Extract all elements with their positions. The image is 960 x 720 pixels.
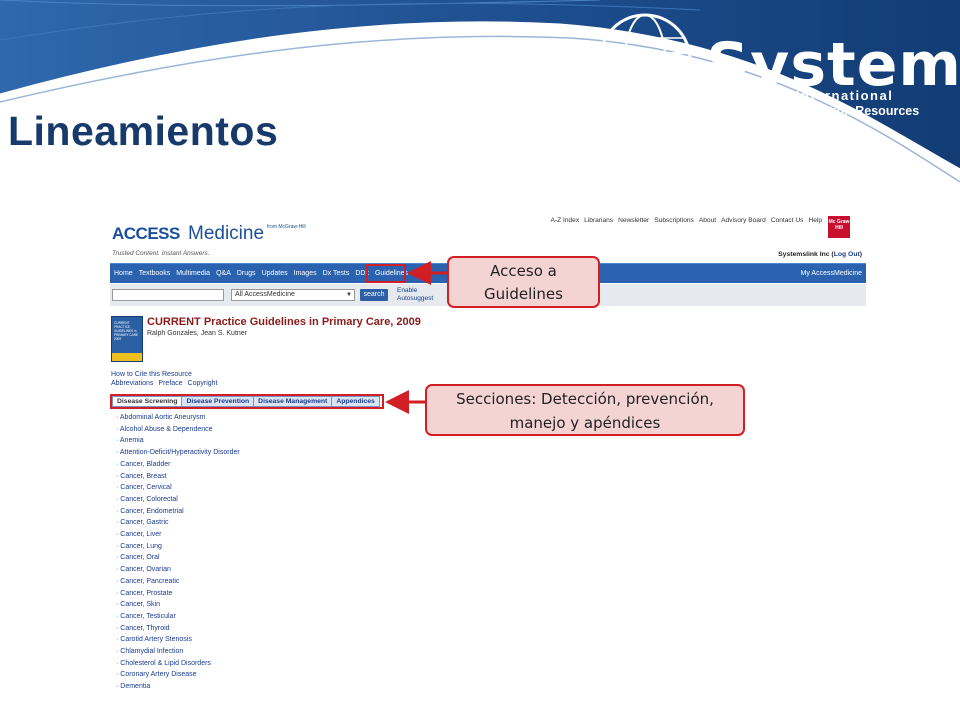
nav-my-accessmedicine[interactable]: My AccessMedicine	[801, 270, 862, 277]
topic-list-item[interactable]: · Attention-Deficit/Hyperactivity Disord…	[116, 447, 240, 459]
topic-list-item[interactable]: · Cholesterol & Lipid Disorders	[116, 658, 240, 670]
topic-list-item[interactable]: · Cancer, Endometrial	[116, 506, 240, 518]
nav-quick-answers[interactable]: Qui	[414, 270, 425, 277]
tabs-highlight-box	[110, 394, 384, 409]
topic-list-item[interactable]: · Alcohol Abuse & Dependence	[116, 424, 240, 436]
topic-list-item[interactable]: · Cancer, Lung	[116, 541, 240, 553]
preface-link[interactable]: Preface	[158, 380, 182, 387]
search-input[interactable]	[112, 289, 224, 301]
callout-sections: Secciones: Detección, prevención, manejo…	[425, 384, 745, 436]
topic-list-item[interactable]: · Abdominal Aortic Aneurysm	[116, 412, 240, 424]
logo-access-text: ACCESS	[112, 224, 180, 243]
topic-list-item[interactable]: · Cancer, Oral	[116, 552, 240, 564]
nav-drugs[interactable]: Drugs	[237, 270, 256, 277]
search-button[interactable]: search	[360, 289, 388, 301]
topic-list-item[interactable]: · Cancer, Prostate	[116, 588, 240, 600]
top-link-contact-us[interactable]: Contact Us	[771, 217, 804, 224]
book-authors: Ralph Gonzales, Jean S. Kutner	[147, 330, 248, 337]
topic-list-item[interactable]: · Cancer, Colorectal	[116, 494, 240, 506]
search-scope-select[interactable]: All AccessMedicine ▼	[231, 289, 355, 301]
nav-textbooks[interactable]: Textbooks	[139, 270, 171, 277]
nav-updates[interactable]: Updates	[262, 270, 288, 277]
book-cover-text: CURRENT PRACTICE GUIDELINES in PRIMARY C…	[114, 321, 139, 341]
logo-medicine-text: Medicine	[188, 223, 265, 244]
nav-home[interactable]: Home	[114, 270, 133, 277]
guidelines-highlight-box	[366, 264, 406, 283]
abbreviations-link[interactable]: Abbreviations	[111, 380, 153, 387]
topic-list-item[interactable]: · Cancer, Testicular	[116, 611, 240, 623]
search-scope-value: All AccessMedicine	[235, 291, 295, 298]
logout-link[interactable]: Log Out	[834, 251, 860, 258]
nav-dx-tests[interactable]: Dx Tests	[323, 270, 350, 277]
user-name: Systemslink Inc	[778, 251, 830, 258]
topic-list-item[interactable]: · Coronary Artery Disease	[116, 669, 240, 681]
topic-list-item[interactable]: · Cancer, Gastric	[116, 517, 240, 529]
topic-list-item[interactable]: · Chlamydial Infection	[116, 646, 240, 658]
topic-list-item[interactable]: · Cancer, Thyroid	[116, 623, 240, 635]
logo-tagline: Trusted Content. Instant Answers.	[112, 250, 210, 257]
top-link-newsletter[interactable]: Newsletter	[618, 217, 649, 224]
nav-qa[interactable]: Q&A	[216, 270, 231, 277]
topic-list-item[interactable]: · Carotid Artery Stenosis	[116, 634, 240, 646]
topic-list-item[interactable]: · Cancer, Liver	[116, 529, 240, 541]
user-line: Systemslink Inc (Log Out)	[778, 251, 862, 258]
book-title: CURRENT Practice Guidelines in Primary C…	[147, 316, 421, 328]
topic-list-item[interactable]: · Cancer, Pancreatic	[116, 576, 240, 588]
top-link-help[interactable]: Help	[808, 217, 822, 224]
callout-guidelines: Acceso a Guidelines	[447, 256, 600, 308]
top-link-advisory-board[interactable]: Advisory Board	[721, 217, 766, 224]
topic-list-item[interactable]: · Cancer, Ovarian	[116, 564, 240, 576]
top-link-about[interactable]: About	[699, 217, 716, 224]
top-links: A-Z Index Librarians Newsletter Subscrip…	[551, 217, 822, 224]
logo-from-text: from McGraw-Hill	[267, 224, 306, 230]
enable-autosuggest-link[interactable]: Enable Autosuggest	[397, 287, 433, 303]
brand-subtitle: Link International	[758, 88, 894, 103]
slide-header: Systems Link International Premier Infor…	[0, 0, 960, 200]
copyright-link[interactable]: Copyright	[188, 380, 218, 387]
topic-list-item[interactable]: · Dementia	[116, 681, 240, 693]
topic-list-item[interactable]: · Anemia	[116, 435, 240, 447]
slide-title: Lineamientos	[8, 108, 279, 154]
mcgraw-hill-logo: Mc Graw Hill	[828, 216, 850, 238]
chevron-down-icon: ▼	[346, 292, 352, 298]
top-link-librarians[interactable]: Librarians	[584, 217, 613, 224]
topic-list-item[interactable]: · Cancer, Bladder	[116, 459, 240, 471]
book-cover-image: CURRENT PRACTICE GUIDELINES in PRIMARY C…	[111, 316, 143, 362]
topic-list: · Abdominal Aortic Aneurysm · Alcohol Abu…	[116, 412, 240, 693]
nav-multimedia[interactable]: Multimedia	[176, 270, 210, 277]
accessmedicine-logo[interactable]: ACCESS Medicine from McGraw-Hill Trusted…	[112, 222, 312, 262]
cite-resource-link[interactable]: How to Cite this Resource	[111, 371, 192, 378]
top-link-subscriptions[interactable]: Subscriptions	[654, 217, 694, 224]
topic-list-item[interactable]: · Cancer, Cervical	[116, 482, 240, 494]
book-meta-links: Abbreviations Preface Copyright	[111, 380, 218, 387]
topic-list-item[interactable]: · Cancer, Skin	[116, 599, 240, 611]
brand-tagline: Premier Information Resources	[733, 104, 920, 118]
topic-list-item[interactable]: · Cancer, Breast	[116, 471, 240, 483]
top-link-az-index[interactable]: A-Z Index	[551, 217, 580, 224]
globe-logo-icon	[583, 13, 721, 107]
nav-images[interactable]: Images	[294, 270, 317, 277]
